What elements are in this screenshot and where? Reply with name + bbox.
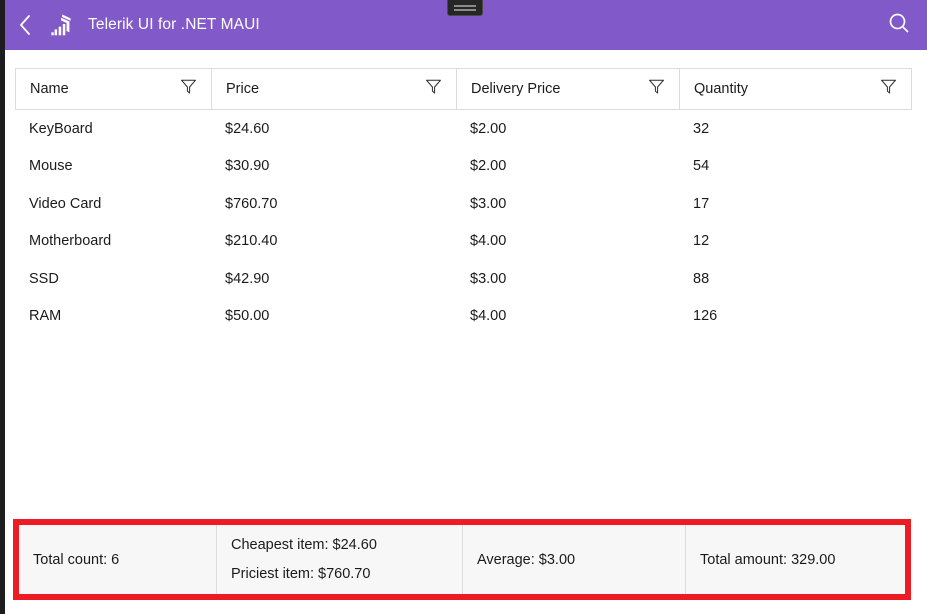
device-notch: [447, 0, 483, 16]
cell-price: $760.70: [211, 196, 456, 212]
notch-speaker-bar: [454, 9, 476, 11]
summary-highlight-box: Total count: 6 Cheapest item: $24.60 Pri…: [13, 519, 911, 600]
search-button[interactable]: [871, 0, 927, 50]
app-title: Telerik UI for .NET MAUI: [88, 16, 260, 34]
cell-name: KeyBoard: [15, 121, 211, 137]
cell-price: $42.90: [211, 271, 456, 287]
column-header-label: Quantity: [694, 81, 748, 97]
cell-quantity: 17: [679, 196, 910, 212]
cell-delivery-price: $3.00: [456, 271, 679, 287]
cell-delivery-price: $3.00: [456, 196, 679, 212]
table-row[interactable]: Motherboard $210.40 $4.00 12: [15, 223, 912, 261]
cell-quantity: 88: [679, 271, 910, 287]
data-grid: Name Price Delivery Price: [15, 68, 912, 498]
column-header-name[interactable]: Name: [16, 69, 212, 109]
cell-delivery-price: $2.00: [456, 158, 679, 174]
column-header-delivery-price[interactable]: Delivery Price: [457, 69, 680, 109]
column-header-price[interactable]: Price: [212, 69, 457, 109]
filter-funnel-icon[interactable]: [648, 78, 665, 100]
filter-funnel-icon[interactable]: [180, 78, 197, 100]
column-header-label: Delivery Price: [471, 81, 560, 97]
summary-cell-total-amount: Total amount: 329.00: [686, 525, 905, 594]
cell-delivery-price: $4.00: [456, 308, 679, 324]
cell-quantity: 32: [679, 121, 910, 137]
table-row[interactable]: KeyBoard $24.60 $2.00 32: [15, 110, 912, 148]
cell-price: $50.00: [211, 308, 456, 324]
data-grid-header: Name Price Delivery Price: [15, 68, 912, 110]
summary-total-count-text: Total count: 6: [33, 552, 216, 568]
cell-price: $210.40: [211, 233, 456, 249]
data-grid-footer: Total count: 6 Cheapest item: $24.60 Pri…: [19, 525, 905, 594]
back-button[interactable]: [2, 0, 46, 50]
filter-funnel-icon[interactable]: [425, 78, 442, 100]
summary-cell-price: Cheapest item: $24.60 Priciest item: $76…: [217, 525, 463, 594]
cell-name: Mouse: [15, 158, 211, 174]
table-row[interactable]: Video Card $760.70 $3.00 17: [15, 185, 912, 223]
cell-name: Video Card: [15, 196, 211, 212]
summary-cell-total-count: Total count: 6: [19, 525, 217, 594]
cell-price: $24.60: [211, 121, 456, 137]
device-frame-edge: [0, 0, 5, 614]
summary-total-amount-text: Total amount: 329.00: [700, 552, 905, 568]
column-header-quantity[interactable]: Quantity: [680, 69, 911, 109]
search-icon: [887, 11, 911, 40]
telerik-logo-icon: [48, 12, 74, 38]
column-header-label: Price: [226, 81, 259, 97]
cell-name: SSD: [15, 271, 211, 287]
summary-cell-average: Average: $3.00: [463, 525, 686, 594]
chevron-left-icon: [17, 13, 32, 37]
column-header-label: Name: [30, 81, 69, 97]
app-root: Telerik UI for .NET MAUI Name: [0, 0, 927, 614]
cell-delivery-price: $2.00: [456, 121, 679, 137]
table-row[interactable]: Mouse $30.90 $2.00 54: [15, 148, 912, 186]
data-grid-body: KeyBoard $24.60 $2.00 32 Mouse $30.90 $2…: [15, 110, 912, 335]
cell-price: $30.90: [211, 158, 456, 174]
summary-cheapest-item-text: Cheapest item: $24.60: [231, 537, 462, 553]
cell-quantity: 12: [679, 233, 910, 249]
cell-delivery-price: $4.00: [456, 233, 679, 249]
cell-name: Motherboard: [15, 233, 211, 249]
table-row[interactable]: RAM $50.00 $4.00 126: [15, 298, 912, 336]
table-row[interactable]: SSD $42.90 $3.00 88: [15, 260, 912, 298]
summary-average-text: Average: $3.00: [477, 552, 685, 568]
summary-priciest-item-text: Priciest item: $760.70: [231, 566, 462, 582]
notch-speaker-bar: [454, 5, 476, 7]
cell-quantity: 126: [679, 308, 910, 324]
cell-name: RAM: [15, 308, 211, 324]
cell-quantity: 54: [679, 158, 910, 174]
filter-funnel-icon[interactable]: [880, 78, 897, 100]
